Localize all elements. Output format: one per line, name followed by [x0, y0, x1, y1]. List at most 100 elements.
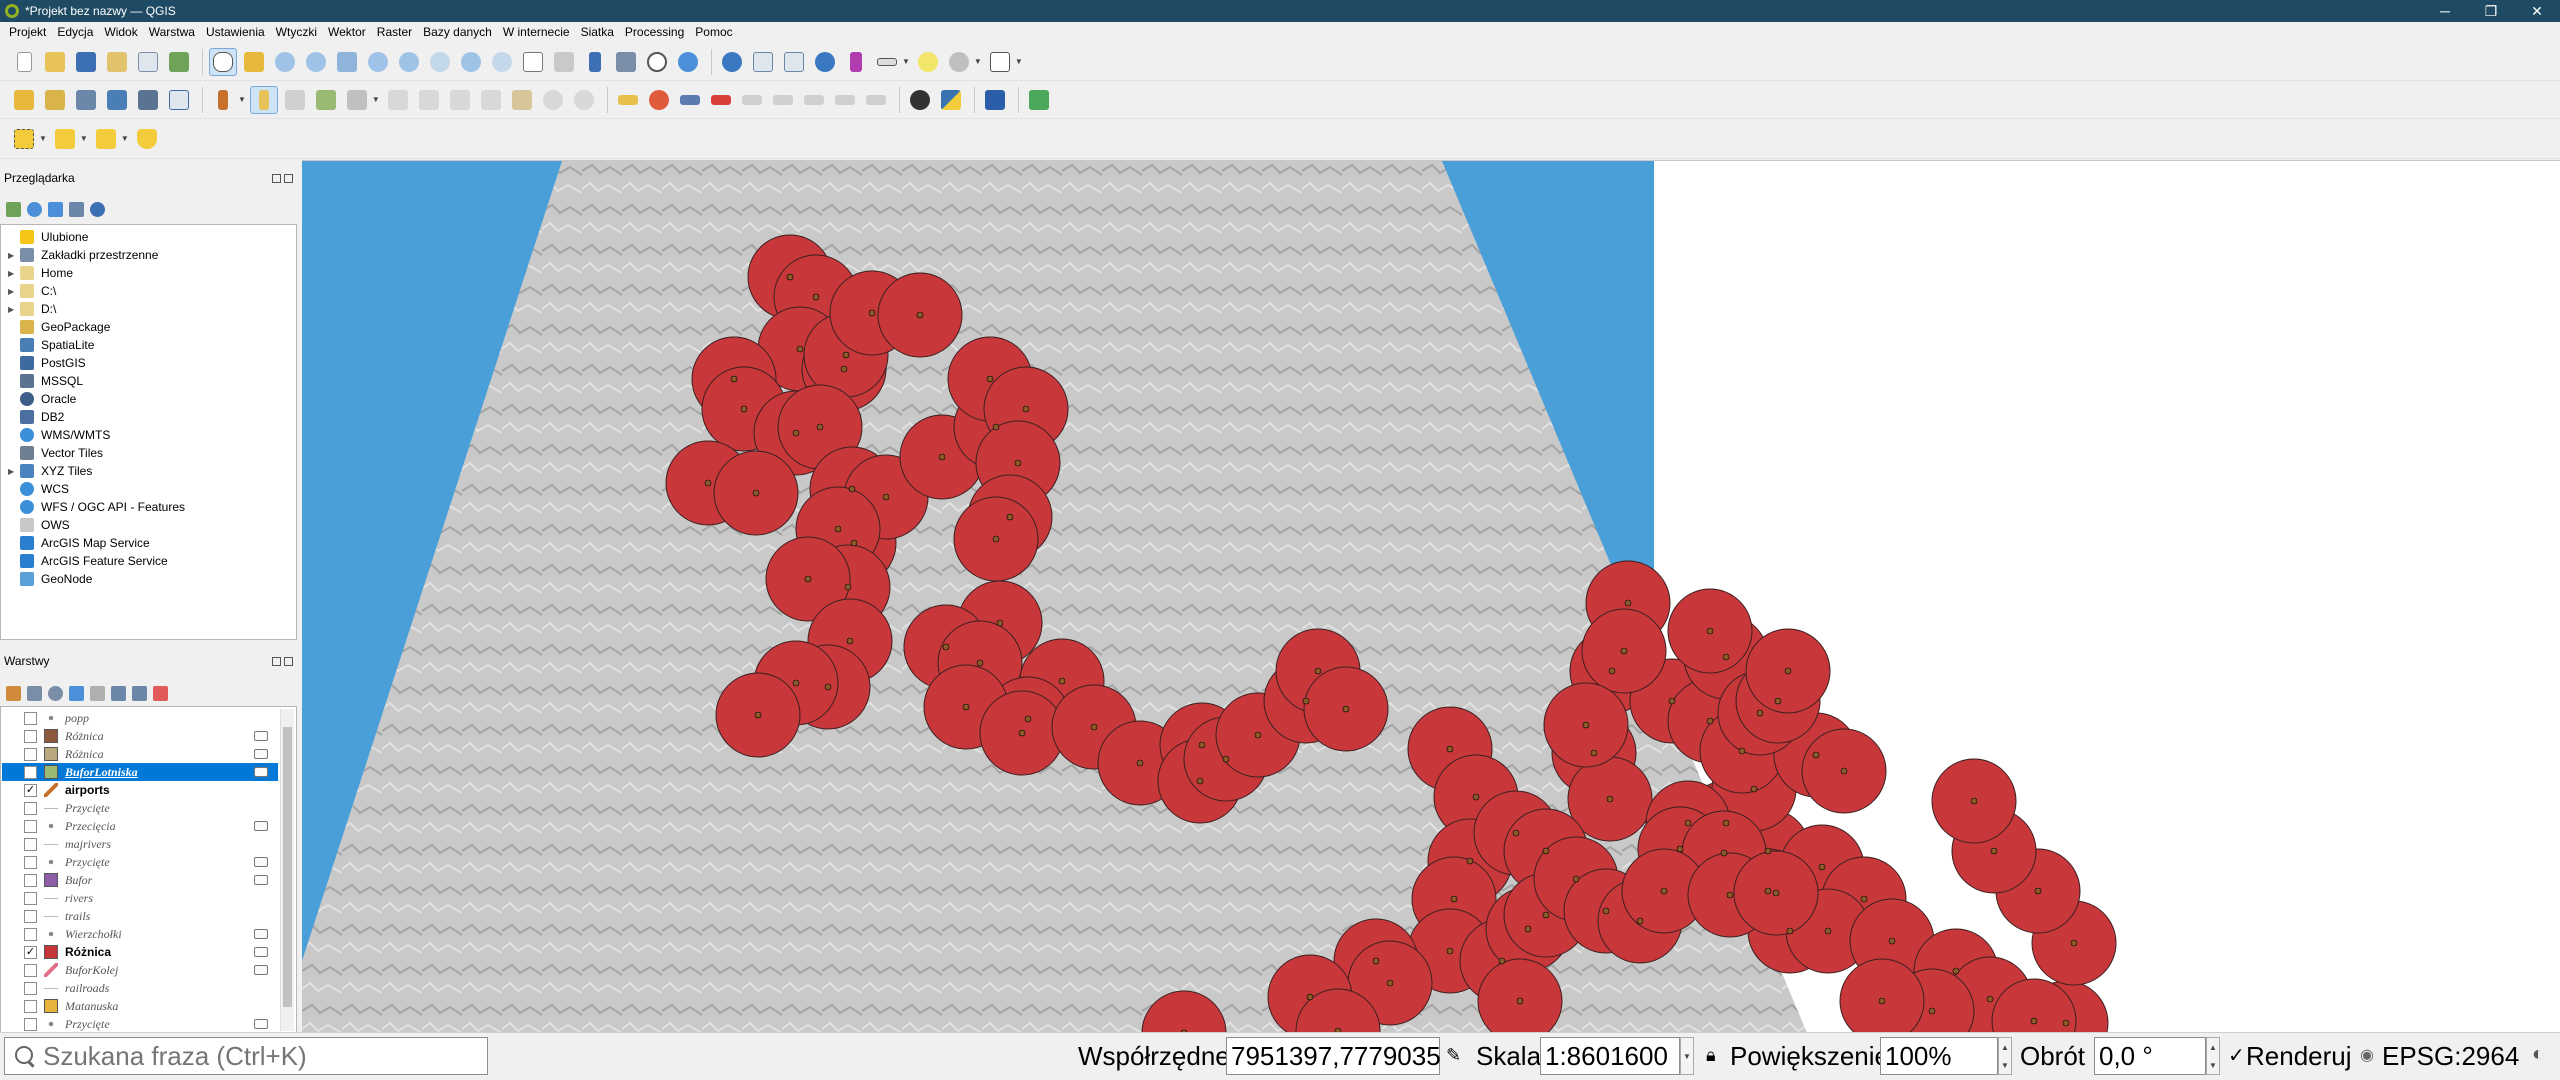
layer-indicator-icon[interactable]	[254, 947, 268, 957]
select-features-icon[interactable]	[10, 125, 38, 153]
layer-item[interactable]: rivers	[2, 889, 278, 907]
layer-item[interactable]: BuforKolej	[2, 961, 278, 979]
browser-item[interactable]: ▶ Zakładki przestrzenne	[2, 246, 294, 264]
remove-layer-icon[interactable]	[153, 685, 168, 701]
layer-item[interactable]: Przycięte	[2, 1015, 278, 1031]
map-canvas[interactable]	[302, 160, 2560, 1032]
layer-visibility-checkbox[interactable]	[24, 873, 37, 887]
measure-icon[interactable]	[873, 48, 901, 76]
toggle-extents-icon[interactable]: ✎	[1446, 1045, 1461, 1066]
menu-projekt[interactable]: Projekt	[4, 25, 52, 39]
refresh-icon[interactable]	[674, 48, 702, 76]
browser-item[interactable]: WFS / OGC API - Features	[2, 498, 294, 516]
highlight-pinned-labels-icon[interactable]	[676, 86, 704, 114]
menu-raster[interactable]: Raster	[372, 25, 418, 39]
refresh-browser-icon[interactable]	[27, 201, 42, 217]
browser-item[interactable]: DB2	[2, 408, 294, 426]
layer-styling-icon[interactable]	[6, 685, 21, 701]
pan-hand-icon[interactable]	[209, 47, 237, 76]
rotation-spinner[interactable]: ▲ ▼	[2206, 1037, 2220, 1075]
current-edits-icon[interactable]	[209, 86, 237, 114]
select-by-value-icon[interactable]	[51, 125, 79, 153]
new-bookmark-icon[interactable]	[581, 48, 609, 76]
data-source-manager-icon[interactable]	[10, 86, 38, 114]
layers-scrollbar[interactable]	[280, 709, 294, 1031]
layer-item[interactable]: ✓ airports	[2, 781, 278, 799]
layer-item[interactable]: Różnica	[2, 727, 278, 745]
scale-dropdown[interactable]: ▼	[1680, 1037, 1694, 1075]
layer-visibility-checkbox[interactable]	[24, 855, 37, 869]
layer-item[interactable]: BuforLotniska	[2, 763, 278, 781]
layer-symbol-icon[interactable]	[44, 891, 58, 905]
show-bookmarks-icon[interactable]	[612, 48, 640, 76]
layer-item[interactable]: trails	[2, 907, 278, 925]
save-project-icon[interactable]	[72, 48, 100, 76]
browser-item[interactable]: ArcGIS Map Service	[2, 534, 294, 552]
zoom-last-icon[interactable]	[457, 48, 485, 76]
deselect-all-icon[interactable]	[92, 125, 120, 153]
layer-visibility-checkbox[interactable]	[24, 711, 37, 725]
close-panel-icon[interactable]	[284, 173, 293, 183]
pan-to-selection-icon[interactable]	[240, 48, 268, 76]
layer-item[interactable]: Matanuska	[2, 997, 278, 1015]
layer-item[interactable]: popp	[2, 709, 278, 727]
coordinates-field[interactable]: 7951397,7779035	[1226, 1037, 1441, 1075]
layer-symbol-icon[interactable]	[44, 711, 58, 725]
move-label-icon[interactable]	[769, 86, 797, 114]
layer-symbol-icon[interactable]	[44, 765, 58, 779]
vertex-tool-icon[interactable]	[343, 86, 371, 114]
render-checkbox[interactable]: ✓	[2228, 1043, 2245, 1068]
select-location-icon[interactable]	[133, 125, 161, 153]
new-geopackage-layer-icon[interactable]	[41, 86, 69, 114]
layer-symbol-icon[interactable]	[44, 963, 58, 977]
layer-visibility-checkbox[interactable]	[24, 1017, 37, 1031]
new-vector-layer-icon[interactable]	[165, 86, 193, 114]
layer-visibility-checkbox[interactable]	[24, 765, 37, 779]
layer-visibility-checkbox[interactable]	[24, 891, 37, 905]
layer-symbol-icon[interactable]	[44, 909, 58, 923]
menu-wtyczki[interactable]: Wtyczki	[271, 25, 323, 39]
rotation-field[interactable]: 0,0 °	[2094, 1037, 2206, 1075]
browser-item[interactable]: GeoPackage	[2, 318, 294, 336]
browser-item[interactable]: WCS	[2, 480, 294, 498]
zoom-out-icon[interactable]	[302, 48, 330, 76]
zoom-in-icon[interactable]	[271, 48, 299, 76]
close-button[interactable]: ✕	[2514, 0, 2560, 22]
copy-features-icon[interactable]	[477, 86, 505, 114]
layer-symbol-icon[interactable]	[44, 981, 58, 995]
layer-visibility-checkbox[interactable]	[24, 981, 37, 995]
pin-labels-icon[interactable]	[707, 86, 735, 114]
layer-visibility-checkbox[interactable]	[24, 819, 37, 833]
menu-processing[interactable]: Processing	[620, 25, 690, 39]
diagram-options-icon[interactable]	[645, 86, 673, 114]
layer-visibility-checkbox[interactable]	[24, 837, 37, 851]
filter-legend-icon[interactable]	[69, 685, 84, 701]
browser-item[interactable]: Vector Tiles	[2, 444, 294, 462]
layer-symbol-icon[interactable]	[44, 801, 58, 815]
properties-info-icon[interactable]	[90, 201, 105, 217]
menu-edycja[interactable]: Edycja	[52, 25, 99, 39]
open-project-icon[interactable]	[41, 48, 69, 76]
zoom-next-icon[interactable]	[488, 48, 516, 76]
browser-item[interactable]: SpatiaLite	[2, 336, 294, 354]
menu-ustawienia[interactable]: Ustawienia	[201, 25, 271, 39]
expand-arrow-icon[interactable]: ▶	[8, 467, 20, 476]
save-edits-icon[interactable]	[281, 86, 309, 114]
menu-warstwa[interactable]: Warstwa	[144, 25, 201, 39]
temporal-controller-icon[interactable]	[643, 48, 671, 76]
paste-features-icon[interactable]	[508, 86, 536, 114]
browser-item[interactable]: ArcGIS Feature Service	[2, 552, 294, 570]
text-annotation-icon[interactable]	[986, 48, 1014, 76]
locator-search-icon[interactable]	[945, 48, 973, 76]
browser-item[interactable]: ▶ D:\	[2, 300, 294, 318]
layer-indicator-icon[interactable]	[254, 965, 268, 975]
maximize-button[interactable]: ❐	[2468, 0, 2514, 22]
new-print-layout-icon[interactable]	[134, 48, 162, 76]
new-3d-map-icon[interactable]	[550, 48, 578, 76]
new-spatialite-layer-icon[interactable]	[103, 86, 131, 114]
add-group-icon[interactable]	[27, 685, 42, 701]
layer-symbol-icon[interactable]	[44, 927, 58, 941]
plugin-manager-icon[interactable]	[906, 86, 934, 114]
scale-field[interactable]: 1:8601600	[1540, 1037, 1680, 1075]
layer-indicator-icon[interactable]	[254, 929, 268, 939]
